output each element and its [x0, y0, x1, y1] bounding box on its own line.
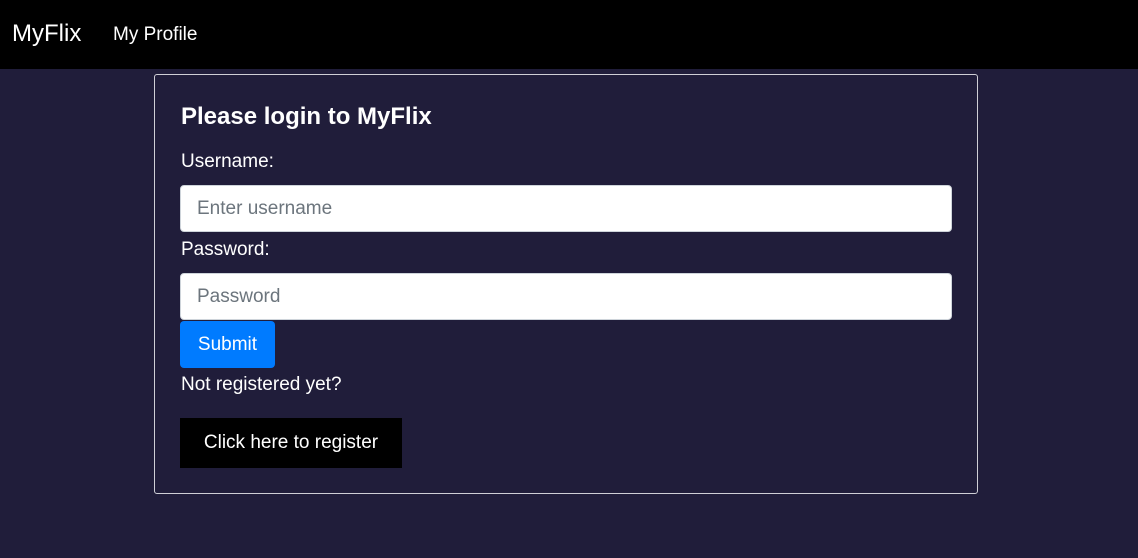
username-label: Username:	[181, 151, 274, 172]
not-registered-text: Not registered yet?	[181, 374, 342, 395]
username-input[interactable]	[180, 185, 952, 232]
password-label: Password:	[181, 239, 270, 260]
password-input[interactable]	[180, 273, 952, 320]
login-card: Please login to MyFlix Username: Passwor…	[154, 74, 978, 494]
top-navbar: MyFlix My Profile	[0, 0, 1138, 69]
login-title: Please login to MyFlix	[181, 103, 432, 130]
submit-button[interactable]: Submit	[180, 321, 275, 368]
nav-link-my-profile[interactable]: My Profile	[113, 23, 197, 47]
brand-logo-link[interactable]: MyFlix	[12, 18, 81, 50]
register-button[interactable]: Click here to register	[180, 418, 402, 468]
